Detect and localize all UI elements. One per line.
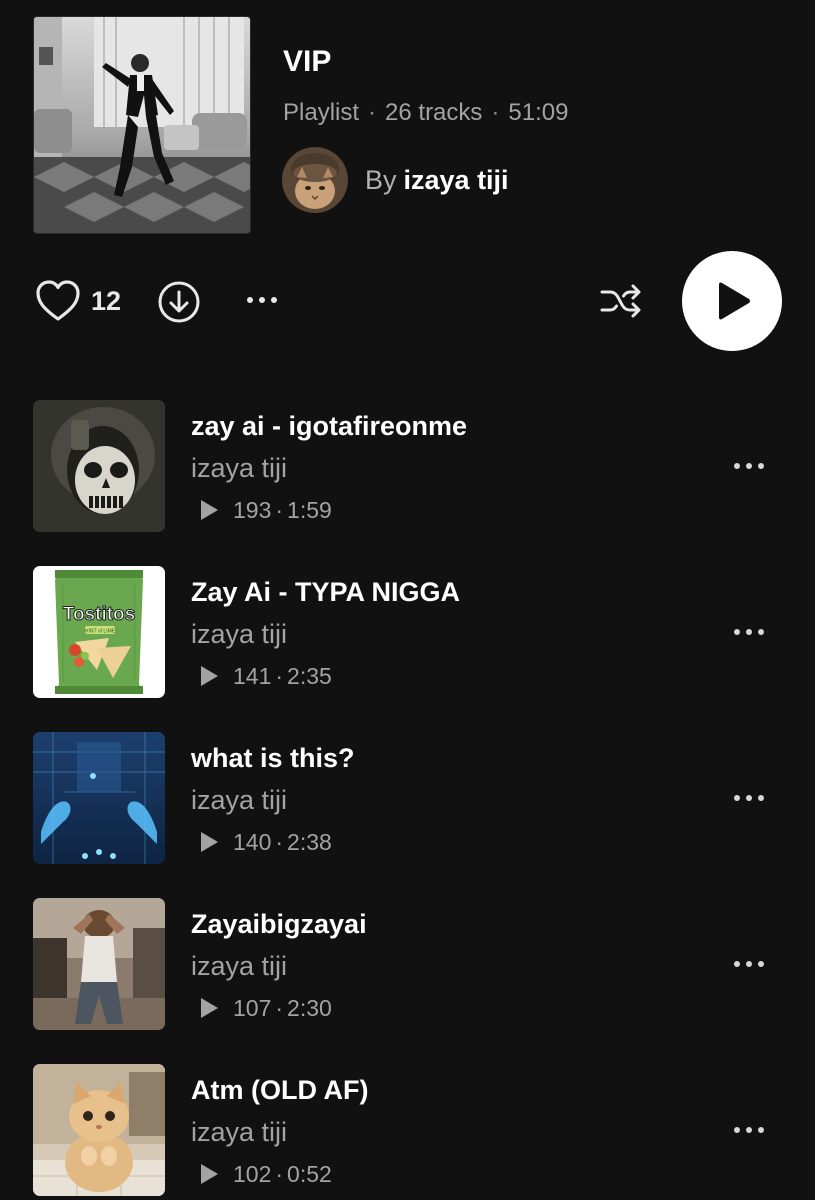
playlist-title: VIP bbox=[283, 45, 332, 78]
track-thumbnail[interactable] bbox=[33, 1064, 165, 1196]
separator-dot: · bbox=[491, 99, 500, 126]
track-row[interactable]: Zayaibigzayai izaya tiji 107 · 2:30 bbox=[0, 898, 815, 1030]
track-artist[interactable]: izaya tiji bbox=[191, 451, 287, 485]
author-avatar-image bbox=[282, 147, 348, 213]
track-thumbnail[interactable]: Tostitos HINT of LIME bbox=[33, 566, 165, 698]
cover-image bbox=[34, 17, 250, 233]
track-more-icon[interactable] bbox=[731, 1118, 767, 1142]
track-thumbnail-image bbox=[33, 898, 165, 1030]
track-play-count: 107 bbox=[233, 994, 272, 1021]
track-thumbnail[interactable] bbox=[33, 898, 165, 1030]
track-duration: 2:38 bbox=[287, 828, 332, 855]
track-duration: 1:59 bbox=[287, 496, 332, 523]
track-play-count: 141 bbox=[233, 662, 272, 689]
track-thumbnail[interactable] bbox=[33, 400, 165, 532]
track-thumbnail-image bbox=[33, 400, 165, 532]
track-play-count: 140 bbox=[233, 828, 272, 855]
track-artist[interactable]: izaya tiji bbox=[191, 949, 287, 983]
track-title[interactable]: what is this? bbox=[191, 741, 355, 775]
separator-dot: · bbox=[275, 496, 284, 523]
play-count-icon bbox=[201, 998, 218, 1018]
play-icon bbox=[719, 282, 750, 320]
playlist-duration: 51:09 bbox=[508, 99, 569, 126]
action-bar: 12 bbox=[0, 250, 815, 352]
track-row[interactable]: what is this? izaya tiji 140 · 2:38 bbox=[0, 732, 815, 864]
track-play-count: 102 bbox=[233, 1160, 272, 1187]
track-more-icon[interactable] bbox=[731, 786, 767, 810]
track-stats: 107 · 2:30 bbox=[199, 992, 332, 1024]
separator-dot: · bbox=[275, 662, 284, 689]
track-thumbnail[interactable] bbox=[33, 732, 165, 864]
like-count: 12 bbox=[91, 286, 122, 316]
play-count-icon bbox=[201, 832, 218, 852]
track-more-icon[interactable] bbox=[731, 620, 767, 644]
track-title[interactable]: Zay Ai - TYPA NIGGA bbox=[191, 575, 460, 609]
track-title[interactable]: Zayaibigzayai bbox=[191, 907, 367, 941]
track-duration: 2:35 bbox=[287, 662, 332, 689]
snack-brand-text: Tostitos bbox=[63, 604, 135, 625]
track-artist[interactable]: izaya tiji bbox=[191, 617, 287, 651]
track-more-icon[interactable] bbox=[731, 952, 767, 976]
play-count-icon bbox=[201, 500, 218, 520]
track-duration: 2:30 bbox=[287, 994, 332, 1021]
play-count-icon bbox=[201, 666, 218, 686]
shuffle-icon[interactable] bbox=[599, 281, 643, 321]
play-button[interactable] bbox=[682, 251, 782, 351]
track-stats: 193 · 1:59 bbox=[199, 494, 332, 526]
track-thumbnail-image bbox=[33, 732, 165, 864]
by-label: By bbox=[365, 164, 397, 195]
playlist-meta: Playlist · 26 tracks · 51:09 bbox=[283, 98, 568, 128]
track-duration: 0:52 bbox=[287, 1160, 332, 1187]
heart-icon[interactable] bbox=[35, 279, 81, 323]
track-stats: 140 · 2:38 bbox=[199, 826, 332, 858]
track-title[interactable]: zay ai - igotafireonme bbox=[191, 409, 467, 443]
track-stats: 141 · 2:35 bbox=[199, 660, 332, 692]
download-icon[interactable] bbox=[157, 280, 201, 324]
track-thumbnail-image bbox=[33, 1064, 165, 1196]
author-text[interactable]: By izaya tiji bbox=[365, 165, 509, 196]
playlist-track-count: 26 tracks bbox=[385, 99, 483, 126]
playlist-type: Playlist bbox=[283, 99, 360, 126]
avatar[interactable] bbox=[282, 147, 348, 213]
track-artist[interactable]: izaya tiji bbox=[191, 783, 287, 817]
separator-dot: · bbox=[275, 994, 284, 1021]
track-thumbnail-image: Tostitos HINT of LIME bbox=[33, 566, 165, 698]
playlist-author[interactable]: By izaya tiji bbox=[282, 147, 509, 213]
track-more-icon[interactable] bbox=[731, 454, 767, 478]
track-row[interactable]: zay ai - igotafireonme izaya tiji 193 · 1:… bbox=[0, 400, 815, 532]
playlist-cover[interactable] bbox=[33, 16, 251, 234]
separator-dot: · bbox=[368, 99, 377, 126]
play-count-icon bbox=[201, 1164, 218, 1184]
track-row[interactable]: Atm (OLD AF) izaya tiji 102 · 0:52 bbox=[0, 1064, 815, 1196]
track-row[interactable]: Tostitos HINT of LIME Zay Ai - TYPA NIGG… bbox=[0, 566, 815, 698]
track-play-count: 193 bbox=[233, 496, 272, 523]
snack-sub-text: HINT of LIME bbox=[85, 629, 116, 635]
separator-dot: · bbox=[275, 828, 284, 855]
more-icon[interactable] bbox=[244, 288, 280, 312]
author-name[interactable]: izaya tiji bbox=[404, 165, 509, 195]
separator-dot: · bbox=[275, 1160, 284, 1187]
track-title[interactable]: Atm (OLD AF) bbox=[191, 1073, 368, 1107]
track-stats: 102 · 0:52 bbox=[199, 1158, 332, 1190]
track-artist[interactable]: izaya tiji bbox=[191, 1115, 287, 1149]
